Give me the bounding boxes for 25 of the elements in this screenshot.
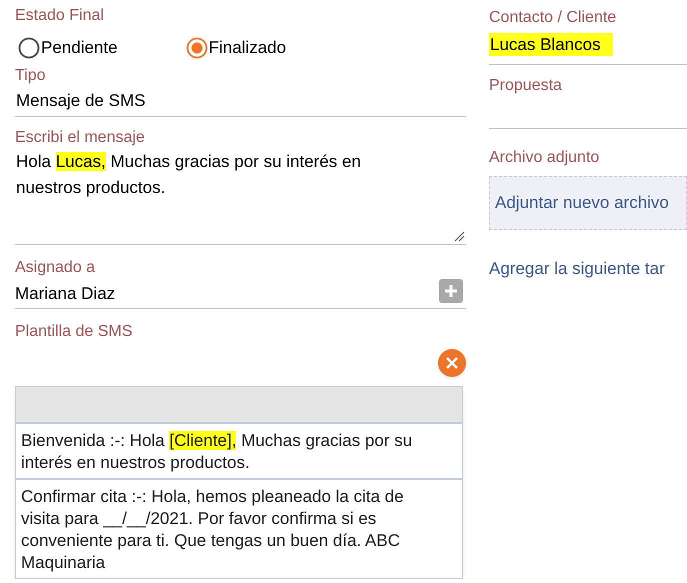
- close-icon: [446, 357, 458, 369]
- field-label: Contacto / Cliente: [489, 8, 618, 28]
- resize-handle-icon[interactable]: [454, 231, 465, 242]
- contact-field[interactable]: Lucas Blancos: [489, 33, 613, 56]
- message-field[interactable]: Hola Lucas, Muchas gracias por su interés en nuestros productos.: [15, 149, 466, 245]
- assignee-field[interactable]: Mariana Diaz: [15, 282, 439, 304]
- field-label: Propuesta: [489, 76, 563, 96]
- template-option[interactable]: Bienvenida :-: Hola [Cliente], Muchas gracias por su interés en nuestros productos.: [16, 424, 462, 480]
- field-label: Tipo: [15, 66, 47, 86]
- next-task-link[interactable]: Agregar la siguiente tar: [489, 258, 687, 280]
- field-label: Escribi el mensaje: [15, 128, 146, 148]
- field-label: Archivo adjunto: [489, 148, 600, 168]
- radio-option[interactable]: Pendiente: [18, 35, 118, 61]
- template-option[interactable]: Confirmar cita :-: Hola, hemos pleaneado la cita de visita para __/__/2021. Por favor confirma si es conveniente para ti. Que tengas un buen día. ABC Maquinaria: [16, 480, 462, 578]
- field-label: Plantilla de SMS: [15, 322, 134, 342]
- plus-icon: [444, 284, 458, 298]
- clear-button[interactable]: [438, 349, 466, 377]
- add-button[interactable]: [439, 278, 463, 302]
- radio-option[interactable]: Finalizado: [186, 35, 286, 61]
- attach-file-button[interactable]: Adjuntar nuevo archivo: [489, 176, 687, 230]
- radio-checked-icon: [186, 37, 208, 59]
- type-field[interactable]: Mensaje de SMS: [15, 87, 466, 117]
- field-label: Estado Final: [15, 6, 105, 26]
- radio-empty-icon: [18, 37, 40, 59]
- field-label: Asignado a: [15, 258, 96, 278]
